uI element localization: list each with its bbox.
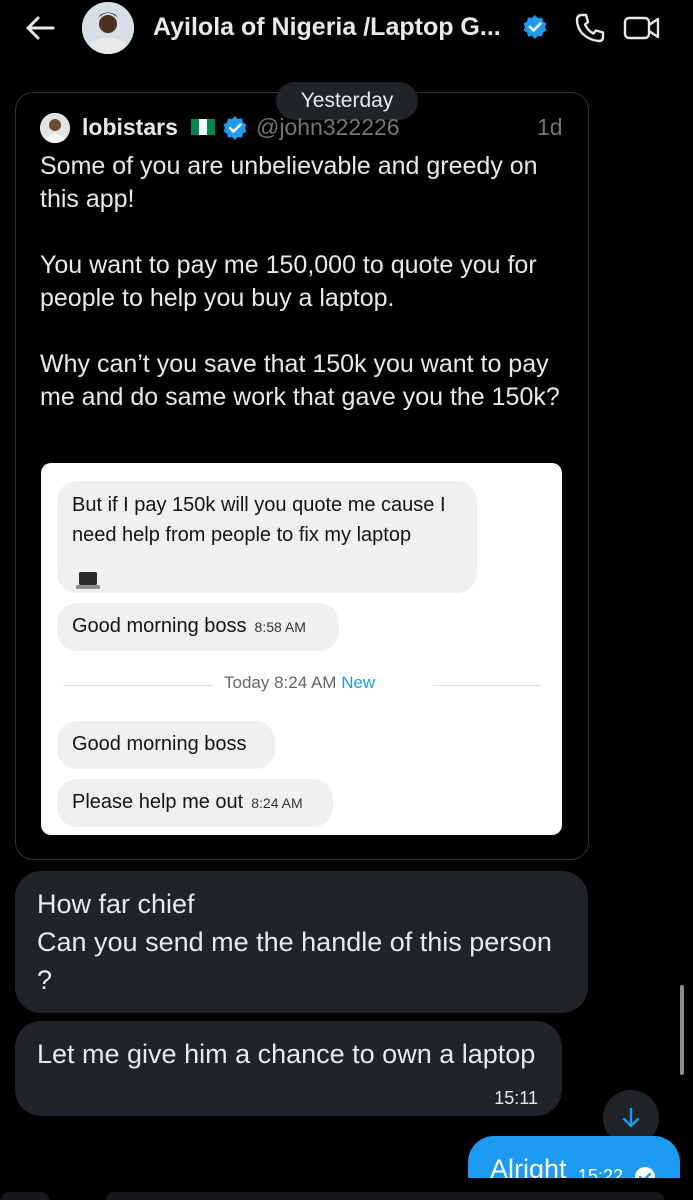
divider-label: Today 8:24 AM [224, 673, 337, 692]
composer-attach-button[interactable] [0, 1192, 50, 1200]
back-arrow-icon [26, 16, 55, 40]
received-message[interactable]: How far chief Can you send me the handle… [15, 871, 588, 1013]
quoted-post-age: 1d [537, 114, 563, 140]
back-button[interactable] [20, 10, 60, 46]
message-text: How far chief Can you send me the handle… [37, 889, 552, 995]
message-text: Let me give him a chance to own a laptop [37, 1039, 536, 1069]
video-call-button[interactable] [622, 10, 662, 46]
screenshot-message: Please help me out 8:24 AM [57, 779, 333, 827]
verified-badge-icon [523, 15, 547, 39]
divider-line [63, 685, 213, 686]
screenshot-message-text: Good morning boss [72, 615, 247, 637]
quoted-post-text: Some of you are unbelievable and greedy … [40, 150, 575, 447]
verified-badge-icon [223, 116, 247, 140]
screenshot-message-time: 8:24 AM [251, 795, 303, 811]
contact-avatar[interactable] [82, 2, 134, 54]
phone-icon [575, 13, 605, 43]
post-paragraph: Some of you are unbelievable and greedy … [40, 152, 538, 213]
laptop-emoji-icon [76, 572, 100, 589]
arrow-down-icon [622, 1107, 640, 1128]
nigeria-flag-icon [191, 119, 215, 135]
screenshot-message: Good morning boss 8:58 AM [57, 603, 339, 651]
screenshot-message-text: But if I pay 150k will you quote me caus… [72, 494, 446, 546]
screenshot-message-text: Good morning boss [72, 733, 247, 755]
composer-input[interactable] [105, 1192, 665, 1200]
received-message[interactable]: Let me give him a chance to own a laptop… [15, 1021, 562, 1116]
video-camera-icon [623, 16, 660, 40]
screenshot-message-time: 8:58 AM [254, 619, 306, 635]
quoted-author-avatar [40, 113, 70, 143]
divider-new-badge: New [341, 673, 376, 692]
screenshot-message: Good morning boss [57, 721, 275, 769]
divider-line [433, 685, 541, 686]
composer-area [0, 1178, 693, 1200]
post-paragraph: You want to pay me 150,000 to quote you … [40, 251, 537, 312]
post-image-screenshot[interactable]: But if I pay 150k will you quote me caus… [41, 463, 562, 835]
voice-call-button[interactable] [572, 10, 608, 46]
quoted-author-handle: @john322226 [256, 114, 400, 140]
contact-name[interactable]: Ayilola of Nigeria /Laptop G... [153, 10, 513, 44]
avatar-image [82, 2, 134, 54]
message-time: 15:11 [494, 1088, 538, 1108]
quoted-author-name: lobistars [82, 114, 178, 140]
post-paragraph: Why can’t you save that 150k you want to… [40, 350, 560, 411]
screenshot-date-divider: Today 8:24 AM New [41, 671, 562, 699]
screenshot-message-text: Please help me out [72, 791, 244, 813]
dm-conversation: Ayilola of Nigeria /Laptop G... Yesterda… [0, 0, 693, 1200]
screenshot-message: But if I pay 150k will you quote me caus… [57, 481, 477, 593]
scrollbar-thumb[interactable] [680, 985, 684, 1075]
conversation-header: Ayilola of Nigeria /Laptop G... [0, 0, 693, 56]
